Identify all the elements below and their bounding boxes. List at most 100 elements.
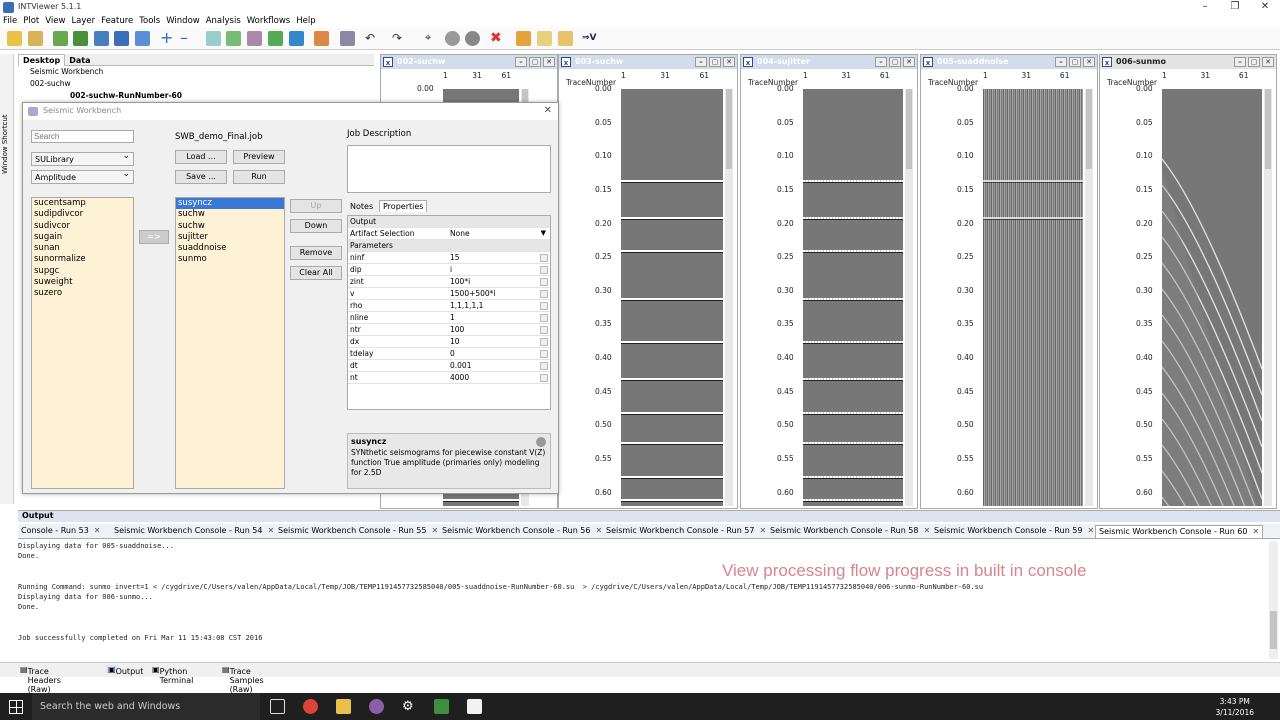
add-module-button[interactable]: => (139, 230, 169, 244)
tree-item-suchw[interactable]: 002-suchw (18, 78, 374, 90)
notes-icon[interactable] (537, 31, 552, 46)
tab-desktop[interactable]: Desktop (18, 54, 66, 66)
close-viewer-button-icon[interactable]: ✕ (543, 57, 555, 67)
tree-item-workbench[interactable]: Seismic Workbench (18, 66, 374, 78)
zoom-out-icon[interactable] (94, 31, 109, 46)
task-view-icon[interactable] (270, 699, 285, 714)
param-checkbox[interactable] (540, 278, 548, 286)
intviewer-icon[interactable] (369, 699, 384, 714)
console-tab[interactable]: Seismic Workbench Console - Run 56 ✕ (439, 525, 605, 538)
open-folder-icon[interactable] (7, 31, 22, 46)
console-scrollbar[interactable] (1269, 541, 1278, 659)
open-file-icon[interactable] (28, 31, 43, 46)
output-section-header[interactable]: Output (348, 216, 550, 228)
window-shortcut-label[interactable]: Window Shortcut (1, 84, 13, 174)
close-viewer-button-icon[interactable]: ✕ (1262, 57, 1274, 67)
minimize-viewer-icon[interactable]: – (1234, 57, 1246, 67)
menu-window[interactable]: Window (163, 15, 203, 27)
taskbar-search[interactable]: Search the web and Windows (32, 693, 260, 720)
menu-layer[interactable]: Layer (68, 15, 98, 27)
param-value[interactable]: 1 (450, 312, 455, 323)
minimize-viewer-icon[interactable]: – (695, 57, 707, 67)
close-viewer-icon[interactable]: x (561, 57, 571, 67)
plus-icon[interactable]: + (160, 30, 175, 46)
volume-icon[interactable] (289, 31, 304, 46)
param-value[interactable]: 0 (450, 348, 455, 359)
file-explorer-icon[interactable] (336, 699, 351, 714)
menu-file[interactable]: File (0, 15, 20, 27)
library-select[interactable]: SULibrary (31, 151, 134, 166)
minimize-viewer-icon[interactable]: – (515, 57, 527, 67)
scatter-icon[interactable] (206, 31, 221, 46)
search-input[interactable] (31, 130, 134, 143)
job-description-field[interactable] (347, 145, 551, 193)
line-chart-icon[interactable] (247, 31, 262, 46)
close-viewer-icon[interactable]: x (1102, 57, 1112, 67)
param-value[interactable]: 100*i (450, 276, 470, 287)
job-module-item[interactable]: suaddnoise (176, 243, 284, 254)
app-c2-icon[interactable] (467, 699, 482, 714)
available-module-item[interactable]: suweight (32, 277, 133, 288)
param-value[interactable]: 15 (450, 252, 460, 263)
clear-all-button[interactable]: Clear All (290, 266, 342, 280)
param-value[interactable]: 10 (450, 336, 460, 347)
param-value[interactable]: 1,1,1,1,1 (450, 300, 483, 311)
zoom-window-icon[interactable] (114, 31, 129, 46)
job-module-item[interactable]: suchw (176, 209, 284, 220)
available-module-item[interactable]: sudivcor (32, 221, 133, 232)
console-tab[interactable]: Seismic Workbench Console - Run 60 ✕ (1095, 525, 1264, 538)
close-viewer-icon[interactable]: x (743, 57, 753, 67)
available-module-item[interactable]: sucentsamp (32, 198, 133, 209)
maximize-viewer-icon[interactable]: ▢ (709, 57, 721, 67)
blob-icon[interactable] (465, 31, 480, 46)
param-checkbox[interactable] (540, 338, 548, 346)
chrome-icon[interactable] (303, 699, 318, 714)
close-viewer-icon[interactable]: x (383, 57, 393, 67)
console-tab[interactable]: Seismic Workbench Console - Run 55 ✕ (275, 525, 441, 538)
maximize-viewer-icon[interactable]: ▢ (1069, 57, 1081, 67)
arrow-v-icon[interactable]: ⇒V (582, 31, 602, 46)
seismic-section[interactable] (621, 89, 723, 506)
tab-notes[interactable]: Notes (350, 202, 373, 211)
tab-properties[interactable]: Properties (379, 200, 428, 212)
help-icon[interactable] (536, 437, 546, 447)
parameters-section-header[interactable]: Parameters (348, 240, 550, 252)
job-module-item[interactable]: susyncz (176, 198, 284, 210)
param-checkbox[interactable] (540, 374, 548, 382)
menu-plot[interactable]: Plot (20, 15, 42, 27)
close-viewer-icon[interactable]: x (923, 57, 933, 67)
param-checkbox[interactable] (540, 350, 548, 358)
menu-analysis[interactable]: Analysis (203, 15, 244, 27)
seismic-section[interactable] (1162, 89, 1262, 506)
param-checkbox[interactable] (540, 290, 548, 298)
zoom-in-icon[interactable] (73, 31, 88, 46)
chevron-down-icon[interactable]: ▼ (541, 228, 546, 239)
console-tab[interactable]: Seismic Workbench Console - Run 59 ✕ (931, 525, 1097, 538)
param-value[interactable]: 1500+500*i (450, 288, 496, 299)
available-module-item[interactable]: suzero (32, 288, 133, 299)
close-viewer-button-icon[interactable]: ✕ (903, 57, 915, 67)
zoom-fit-icon[interactable] (53, 31, 68, 46)
available-module-item[interactable]: sugain (32, 232, 133, 243)
available-module-item[interactable]: sunormalize (32, 254, 133, 265)
close-viewer-button-icon[interactable]: ✕ (723, 57, 735, 67)
map-icon[interactable] (268, 31, 283, 46)
cursor-icon[interactable]: ⌖ (425, 31, 440, 46)
viewer-scrollbar[interactable] (725, 89, 733, 506)
console-tab[interactable]: Seismic Workbench Console - Run 54 ✕ (111, 525, 277, 538)
param-checkbox[interactable] (540, 302, 548, 310)
close-tab-icon[interactable]: ✕ (431, 526, 438, 535)
minimize-viewer-icon[interactable]: – (875, 57, 887, 67)
dialog-close-icon[interactable]: ✕ (544, 105, 552, 116)
param-value[interactable]: i (450, 264, 452, 275)
menu-workflows[interactable]: Workflows (244, 15, 293, 27)
app-c1-icon[interactable] (434, 699, 449, 714)
zoom-reset-icon[interactable] (135, 31, 150, 46)
maximize-viewer-icon[interactable]: ▢ (529, 57, 541, 67)
category-select[interactable]: Amplitude (31, 169, 134, 184)
available-module-item[interactable]: sunan (32, 243, 133, 254)
undo-icon[interactable]: ↶ (365, 31, 380, 46)
cursor-tool-icon[interactable] (558, 31, 573, 46)
console-tab[interactable]: Seismic Workbench Console - Run 57 ✕ (603, 525, 769, 538)
available-module-item[interactable]: supgc (32, 266, 133, 277)
